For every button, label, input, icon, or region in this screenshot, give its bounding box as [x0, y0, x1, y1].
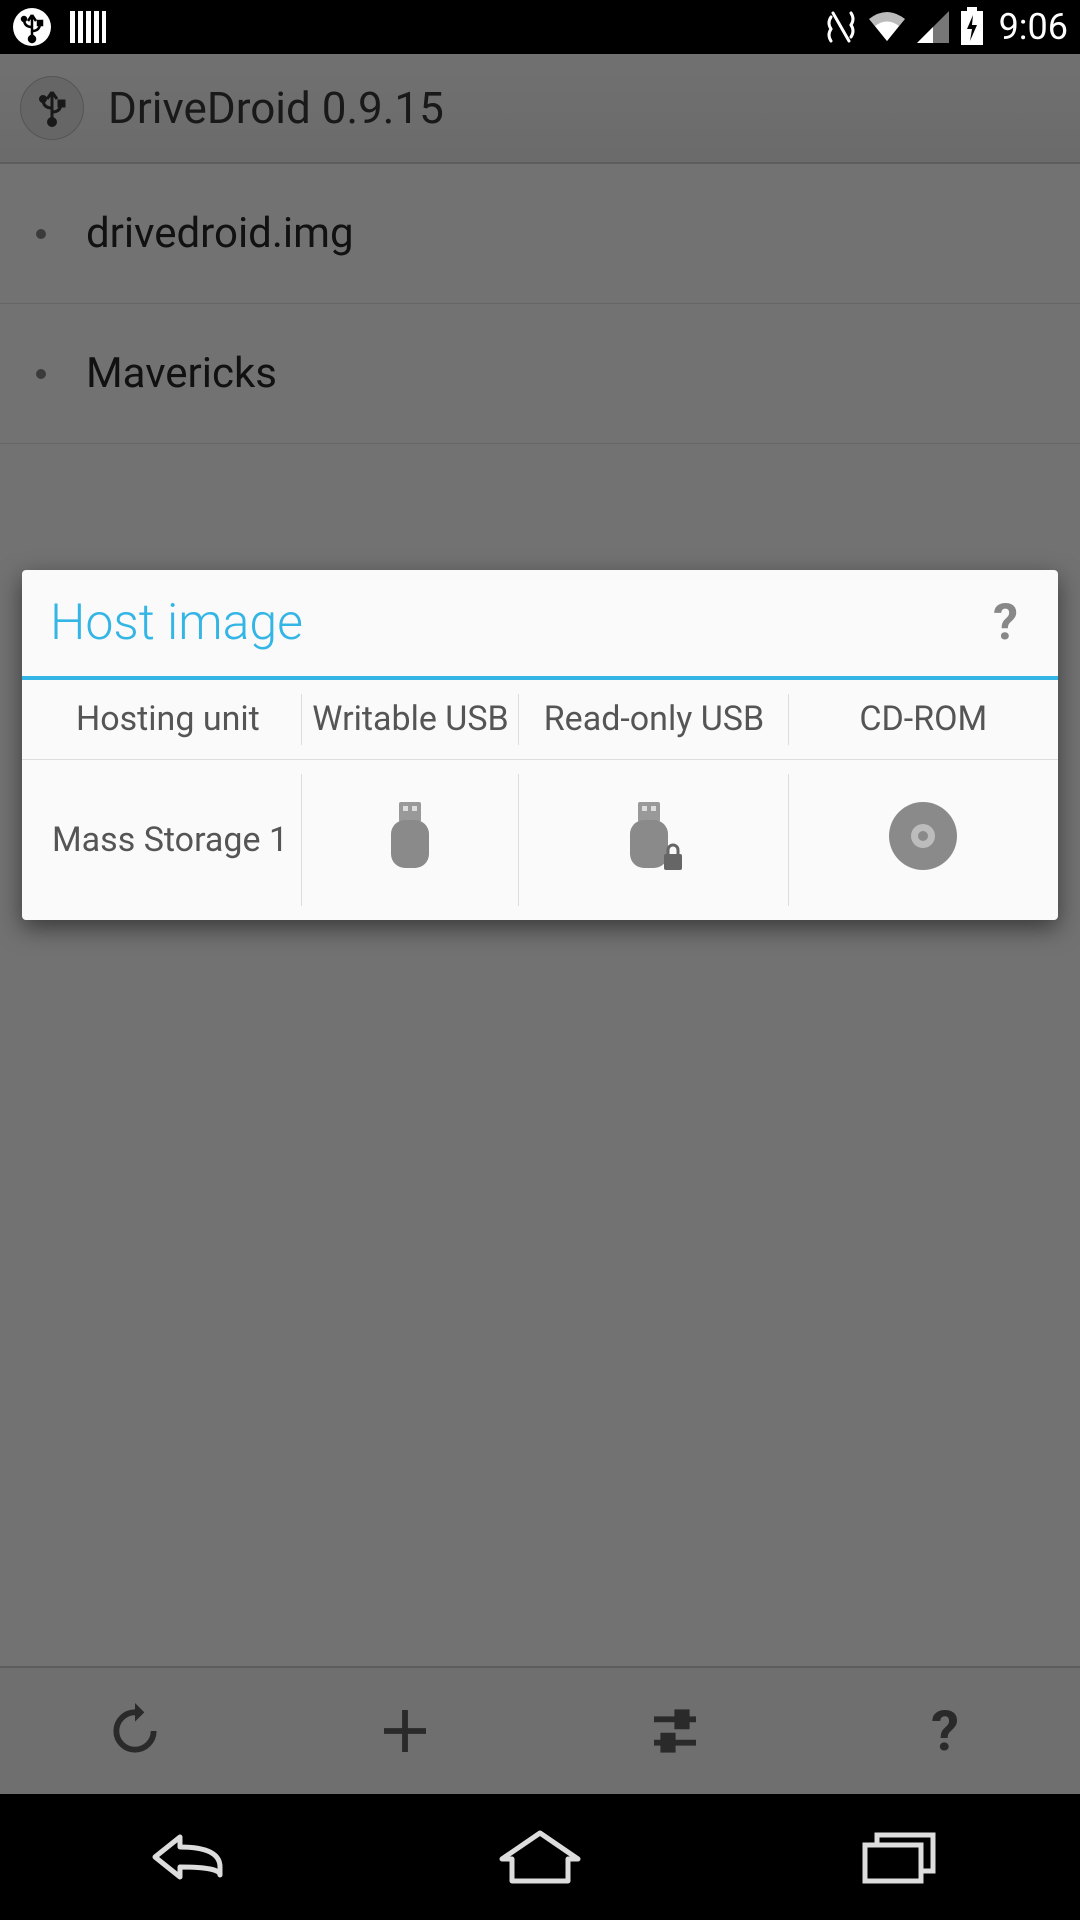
signal-icon [915, 9, 951, 45]
vibrate-icon [823, 9, 859, 45]
dialog-header-row: Hosting unit Writable USB Read-only USB … [22, 680, 1058, 760]
status-bar: 9:06 [0, 0, 1080, 54]
modal-overlay[interactable] [0, 54, 1080, 1794]
usb-drive-icon [385, 800, 435, 881]
hosting-unit-name: Mass Storage 1 [22, 760, 302, 920]
col-header-readonly-usb: Read-only USB [519, 680, 788, 759]
readonly-usb-button[interactable] [519, 760, 788, 920]
barcode-status-icon [68, 7, 108, 47]
wifi-icon [867, 9, 907, 45]
status-time: 9:06 [999, 6, 1068, 48]
dialog-header: Host image ? [22, 570, 1058, 680]
usb-drive-lock-icon [624, 800, 684, 881]
dialog-help-button[interactable]: ? [981, 594, 1030, 652]
recent-apps-button[interactable] [800, 1807, 1000, 1907]
host-image-dialog: Host image ? Hosting unit Writable USB R… [22, 570, 1058, 920]
writable-usb-button[interactable] [302, 760, 520, 920]
cdrom-button[interactable] [789, 760, 1058, 920]
battery-charging-icon [959, 7, 985, 47]
dialog-title: Host image [50, 594, 303, 652]
navigation-bar [0, 1794, 1080, 1920]
usb-status-icon [12, 7, 52, 47]
col-header-cdrom: CD-ROM [789, 680, 1058, 759]
cdrom-icon [887, 800, 959, 881]
col-header-hosting-unit: Hosting unit [22, 680, 302, 759]
home-button[interactable] [440, 1807, 640, 1907]
dialog-row: Mass Storage 1 [22, 760, 1058, 920]
col-header-writable-usb: Writable USB [302, 680, 520, 759]
back-button[interactable] [80, 1807, 280, 1907]
